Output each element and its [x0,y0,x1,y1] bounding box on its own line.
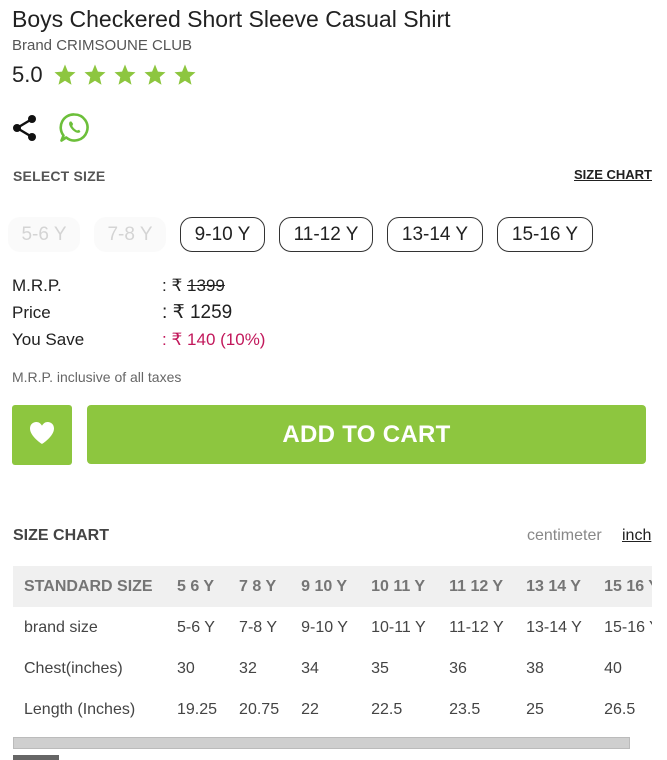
size-options: 5-6 Y 7-8 Y 9-10 Y 11-12 Y 13-14 Y 15-16… [8,217,607,252]
save-label: You Save [12,329,85,349]
star-icon [83,63,107,87]
star-rating [53,63,203,87]
size-option-7-8[interactable]: 7-8 Y [94,217,166,252]
table-cell: brand size [24,618,98,636]
save-value: : ₹ 140 (10%) [162,329,266,349]
table-cell: 20.75 [239,700,280,718]
table-cell: 38 [526,659,544,677]
table-cell: 36 [449,659,467,677]
table-header-cell: 5 6 Y [177,577,215,595]
star-icon [53,63,77,87]
size-option-11-12[interactable]: 11-12 Y [279,217,373,252]
table-cell: 22 [301,700,319,718]
table-cell: 26.5 [604,700,636,718]
table-row: brand size 5-6 Y 7-8 Y 9-10 Y 10-11 Y 11-12 Y… [13,607,652,648]
table-cell: 11-12 Y [449,618,504,636]
mrp-row: M.R.P. : ₹ 1399 [12,272,265,299]
add-to-cart-button[interactable]: ADD TO CART [87,405,646,464]
table-header-cell: 13 14 Y [526,577,581,595]
price-value: : ₹ 1259 [162,302,233,323]
table-cell: Length (Inches) [24,700,136,718]
star-icon [173,63,197,87]
heart-icon [28,420,56,451]
save-row: You Save : ₹ 140 (10%) [12,326,265,353]
table-header-row: STANDARD SIZE 5 6 Y 7 8 Y 9 10 Y 10 11 Y 11 1… [13,566,652,607]
mrp-label: M.R.P. [12,275,62,295]
table-cell: 34 [301,659,319,677]
price-details: M.R.P. : ₹ 1399 Price : ₹ 1259 You Save … [12,272,265,353]
table-row: Chest(inches) 30 32 34 35 36 38 40 [13,648,652,689]
scroll-thumb[interactable] [13,755,59,760]
table-cell: 10-11 Y [371,618,426,636]
tax-note: M.R.P. inclusive of all taxes [12,369,182,385]
size-chart-table-container[interactable]: STANDARD SIZE 5 6 Y 7 8 Y 9 10 Y 10 11 Y 11 1… [13,566,652,736]
size-chart-table: STANDARD SIZE 5 6 Y 7 8 Y 9 10 Y 10 11 Y 11 1… [13,566,652,730]
size-chart-link[interactable]: SIZE CHART [574,167,652,182]
mrp-value: : ₹ 1399 [162,275,225,295]
unit-centimeter-toggle[interactable]: centimeter [527,527,602,545]
table-header-cell: 10 11 Y [371,577,426,595]
table-header-cell: STANDARD SIZE [24,577,153,595]
table-header-cell: 7 8 Y [239,577,277,595]
horizontal-scrollbar[interactable] [13,737,630,749]
table-cell: 23.5 [449,700,481,718]
rating-value: 5.0 [12,62,43,87]
share-icon[interactable] [12,114,38,142]
table-cell: 25 [526,700,544,718]
price-label: Price [12,302,51,322]
table-cell: 40 [604,659,622,677]
table-header-cell: 11 12 Y [449,577,504,595]
table-cell: 30 [177,659,195,677]
table-cell: 7-8 Y [239,618,277,636]
table-cell: 9-10 Y [301,618,348,636]
size-chart-title: SIZE CHART [13,527,109,544]
star-icon [143,63,167,87]
table-cell: 5-6 Y [177,618,215,636]
star-icon [113,63,137,87]
table-row: Length (Inches) 19.25 20.75 22 22.5 23.5 25 26.… [13,689,652,730]
wishlist-button[interactable] [12,405,72,465]
table-cell: 35 [371,659,389,677]
size-option-15-16[interactable]: 15-16 Y [497,217,593,252]
table-cell: Chest(inches) [24,659,123,677]
size-option-9-10[interactable]: 9-10 Y [180,217,265,252]
table-header-cell: 15 16 Y [604,577,652,595]
size-option-5-6[interactable]: 5-6 Y [8,217,80,252]
table-cell: 13-14 Y [526,618,582,636]
product-title: Boys Checkered Short Sleeve Casual Shirt [12,6,451,32]
table-header-cell: 9 10 Y [301,577,348,595]
select-size-label: SELECT SIZE [13,168,106,184]
table-cell: 15-16 Y [604,618,652,636]
whatsapp-icon[interactable] [59,112,90,143]
rating: 5.0 [12,62,203,88]
table-cell: 22.5 [371,700,403,718]
product-brand: Brand CRIMSOUNE CLUB [12,37,193,54]
unit-inch-toggle[interactable]: inch [622,527,651,545]
table-cell: 19.25 [177,700,218,718]
size-option-13-14[interactable]: 13-14 Y [387,217,483,252]
table-cell: 32 [239,659,257,677]
price-row: Price : ₹ 1259 [12,299,265,326]
